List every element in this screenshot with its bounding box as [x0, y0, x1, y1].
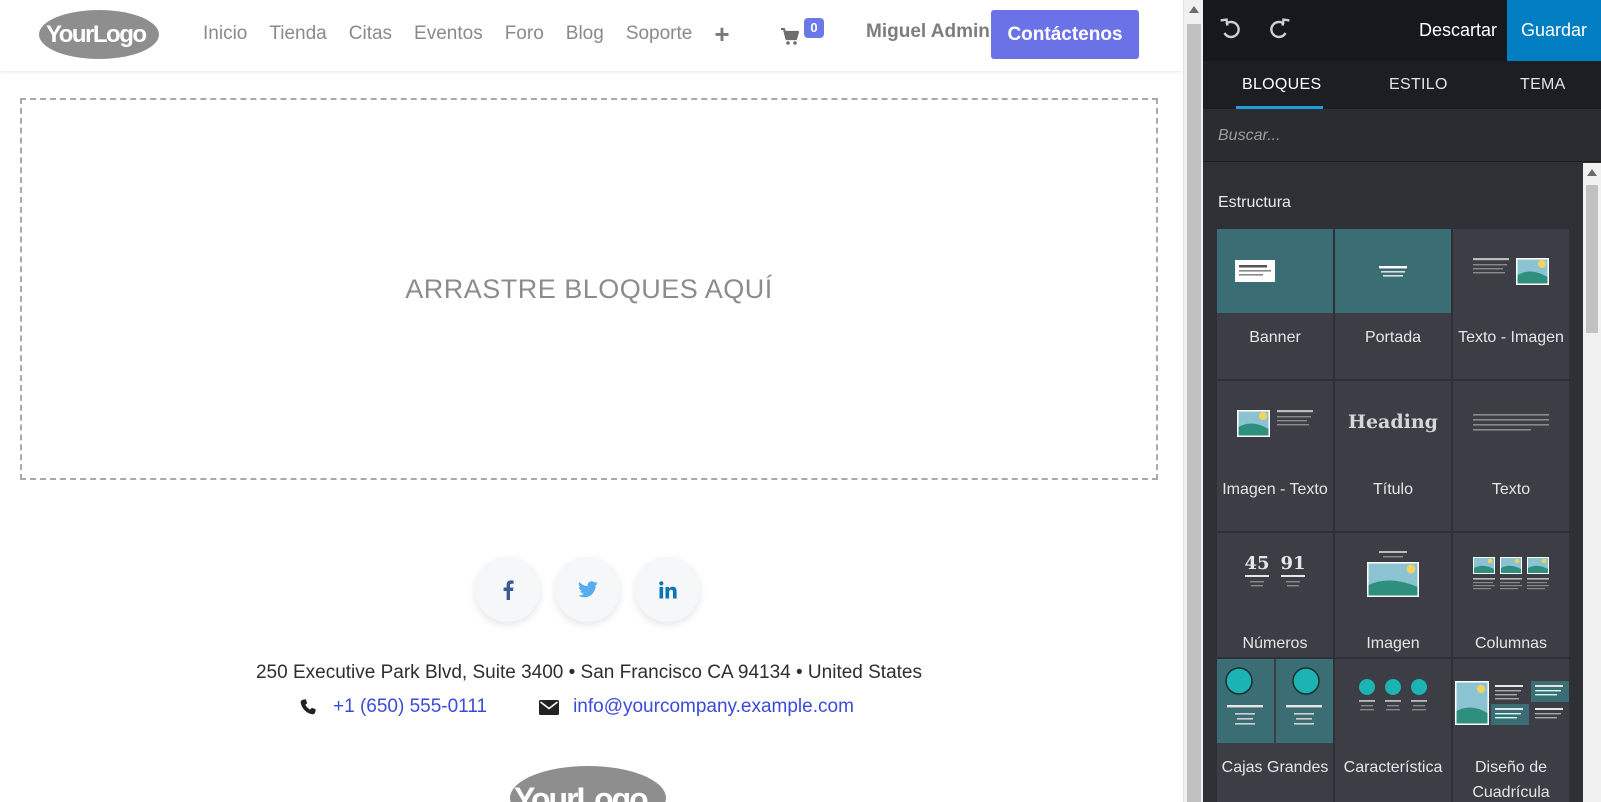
svg-text:Heading: Heading — [1348, 411, 1438, 433]
tab-tema[interactable]: TEMA — [1520, 76, 1566, 94]
blocks-search — [1203, 110, 1601, 162]
big-boxes-thumbnail — [1217, 659, 1333, 743]
tab-tema-label: TEMA — [1520, 76, 1566, 93]
svg-text:YourLogo: YourLogo — [514, 781, 648, 802]
tab-bloques[interactable]: BLOQUES — [1242, 76, 1321, 94]
phone-icon — [300, 699, 316, 715]
image-thumbnail — [1367, 551, 1419, 597]
email-link[interactable]: info@yourcompany.example.com — [573, 696, 854, 718]
svg-text:91: 91 — [1280, 553, 1305, 574]
nav-link-tienda[interactable]: Tienda — [269, 23, 326, 45]
main-nav: Inicio Tienda Citas Eventos Foro Blog So… — [203, 0, 730, 68]
company-address: 250 Executive Park Blvd, Suite 3400 • Sa… — [255, 662, 922, 683]
add-menu-item-icon[interactable]: + — [714, 21, 729, 47]
block-heading[interactable]: Heading Título — [1335, 381, 1451, 531]
nav-link-soporte[interactable]: Soporte — [626, 23, 693, 45]
text-thumbnail — [1473, 414, 1549, 431]
linkedin-icon — [658, 580, 677, 598]
tab-estilo-label: ESTILO — [1389, 76, 1448, 93]
linkedin-link[interactable] — [635, 557, 700, 622]
dropzone-label: ARRASTRE BLOQUES AQUÍ — [405, 273, 773, 304]
image-text-thumbnail — [1237, 410, 1313, 437]
block-label: Título — [1372, 481, 1413, 498]
active-tab-indicator — [1236, 106, 1323, 109]
twitter-icon — [577, 581, 598, 598]
heading-thumbnail: Heading — [1348, 411, 1438, 433]
nav-link-eventos[interactable]: Eventos — [414, 23, 483, 45]
block-dropzone[interactable]: ARRASTRE BLOQUES AQUÍ — [20, 98, 1158, 480]
block-cover[interactable]: Portada — [1335, 229, 1451, 379]
block-text-image[interactable]: Texto - Imagen — [1453, 229, 1569, 379]
block-label: Imagen - Texto — [1222, 481, 1328, 498]
editor-toolbar: Descartar Guardar — [1203, 0, 1601, 61]
block-label: Texto — [1491, 481, 1531, 498]
block-image[interactable]: Imagen — [1335, 533, 1451, 657]
text-image-thumbnail — [1473, 258, 1549, 285]
blocks-list: Estructura Banner Portada Texto - Imagen… — [1203, 163, 1583, 802]
tab-estilo[interactable]: ESTILO — [1389, 76, 1448, 94]
block-image-text[interactable]: Imagen - Texto — [1217, 381, 1333, 531]
block-features[interactable]: Característica — [1335, 659, 1451, 802]
nav-link-citas[interactable]: Citas — [349, 23, 392, 45]
nav-link-inicio[interactable]: Inicio — [203, 23, 247, 45]
cart-button[interactable]: 0 — [780, 18, 824, 50]
save-button[interactable]: Guardar — [1507, 0, 1601, 61]
block-label: Cajas Grandes — [1221, 759, 1329, 776]
contact-info: +1 (650) 555-0111 info@yourcompany.examp… — [300, 696, 854, 718]
block-label: Diseño de Cuadrícula — [1472, 759, 1550, 801]
site-scroll-thumb[interactable] — [1187, 24, 1201, 802]
envelope-icon — [539, 699, 560, 715]
section-title-structure: Estructura — [1218, 194, 1291, 211]
site-scrollbar[interactable] — [1183, 0, 1203, 802]
tab-bloques-label: BLOQUES — [1242, 76, 1322, 93]
redo-icon[interactable] — [1266, 17, 1292, 43]
block-banner[interactable]: Banner — [1217, 229, 1333, 379]
editor-tabs: BLOQUES ESTILO TEMA — [1203, 61, 1601, 109]
twitter-link[interactable] — [555, 557, 620, 622]
website-preview: YourLogo Inicio Tienda Citas Eventos For… — [0, 0, 1183, 802]
panel-scrollbar[interactable] — [1583, 163, 1601, 802]
social-links — [475, 557, 715, 622]
grid-layout-thumbnail — [1455, 681, 1569, 725]
block-label: Números — [1242, 635, 1308, 652]
block-big-boxes[interactable]: Cajas Grandes — [1217, 659, 1333, 802]
user-menu[interactable]: Miguel Admin — [866, 21, 990, 43]
discard-button[interactable]: Descartar — [1399, 0, 1517, 61]
site-header: YourLogo Inicio Tienda Citas Eventos For… — [0, 0, 1183, 71]
nav-link-blog[interactable]: Blog — [566, 23, 604, 45]
block-label: Portada — [1364, 329, 1422, 346]
cover-thumbnail — [1335, 229, 1451, 313]
block-numbers[interactable]: 45 91 Números — [1217, 533, 1333, 657]
facebook-link[interactable] — [475, 557, 540, 622]
facebook-icon — [503, 579, 514, 600]
search-input[interactable] — [1218, 121, 1578, 151]
cart-icon — [781, 28, 800, 45]
contact-button[interactable]: Contáctenos — [991, 10, 1139, 59]
numbers-thumbnail: 45 91 — [1244, 553, 1306, 587]
columns-thumbnail — [1473, 557, 1549, 590]
scroll-up-arrow-icon[interactable] — [1189, 6, 1199, 13]
svg-text:YourLogo: YourLogo — [46, 21, 146, 48]
block-label: Columnas — [1474, 635, 1548, 652]
features-thumbnail — [1359, 679, 1427, 711]
editor-panel: Descartar Guardar BLOQUES ESTILO TEMA Es… — [1203, 0, 1601, 802]
blocks-grid: Banner Portada Texto - Imagen Imagen - T… — [1217, 229, 1569, 802]
block-label: Característica — [1343, 759, 1443, 776]
block-label: Texto - Imagen — [1458, 329, 1564, 346]
footer-logo: YourLogo — [510, 766, 666, 802]
panel-scroll-up-arrow-icon[interactable] — [1587, 169, 1597, 176]
block-label: Imagen — [1366, 635, 1420, 652]
phone-link[interactable]: +1 (650) 555-0111 — [333, 696, 487, 718]
block-grid-layout[interactable]: Diseño de Cuadrícula — [1453, 659, 1569, 802]
panel-scroll-thumb[interactable] — [1586, 185, 1598, 333]
block-columns[interactable]: Columnas — [1453, 533, 1569, 657]
cart-count-badge: 0 — [804, 18, 824, 38]
svg-text:45: 45 — [1244, 553, 1269, 574]
site-logo[interactable]: YourLogo — [38, 9, 160, 60]
block-label: Banner — [1249, 329, 1301, 346]
block-text[interactable]: Texto — [1453, 381, 1569, 531]
nav-link-foro[interactable]: Foro — [505, 23, 544, 45]
undo-icon[interactable] — [1218, 17, 1244, 43]
banner-thumbnail — [1217, 229, 1333, 313]
